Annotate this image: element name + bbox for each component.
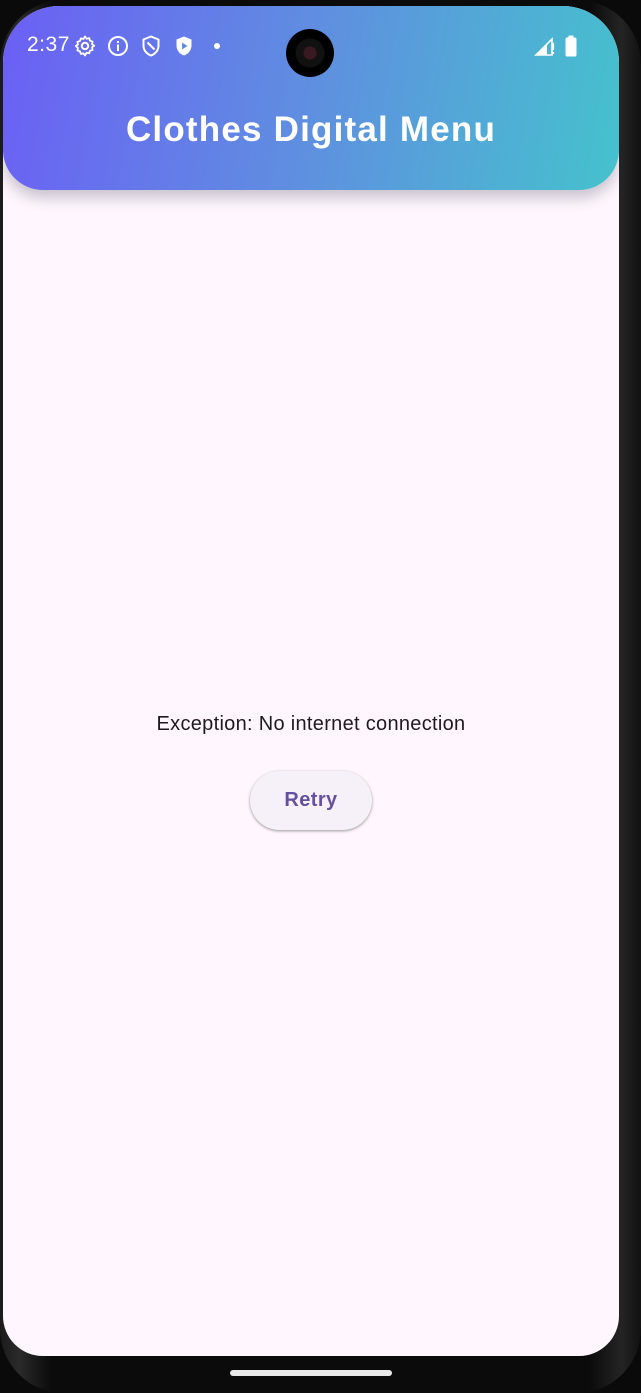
front-camera xyxy=(286,29,334,77)
battery-icon xyxy=(559,34,583,58)
retry-button[interactable]: Retry xyxy=(250,771,372,830)
gear-icon xyxy=(73,34,97,58)
play-shield-icon xyxy=(172,34,196,58)
error-message: Exception: No internet connection xyxy=(156,713,466,735)
shield-icon xyxy=(139,34,163,58)
dot-icon xyxy=(205,34,229,58)
status-time: 2:37 xyxy=(27,33,70,56)
home-indicator[interactable] xyxy=(230,1370,392,1376)
app-title: Clothes Digital Menu xyxy=(125,110,497,149)
screen: 2:37 Clothes Digital Menu Exception: No … xyxy=(3,6,619,1356)
device-frame: 2:37 Clothes Digital Menu Exception: No … xyxy=(0,0,641,1393)
info-icon xyxy=(106,34,130,58)
signal-icon xyxy=(533,34,557,58)
